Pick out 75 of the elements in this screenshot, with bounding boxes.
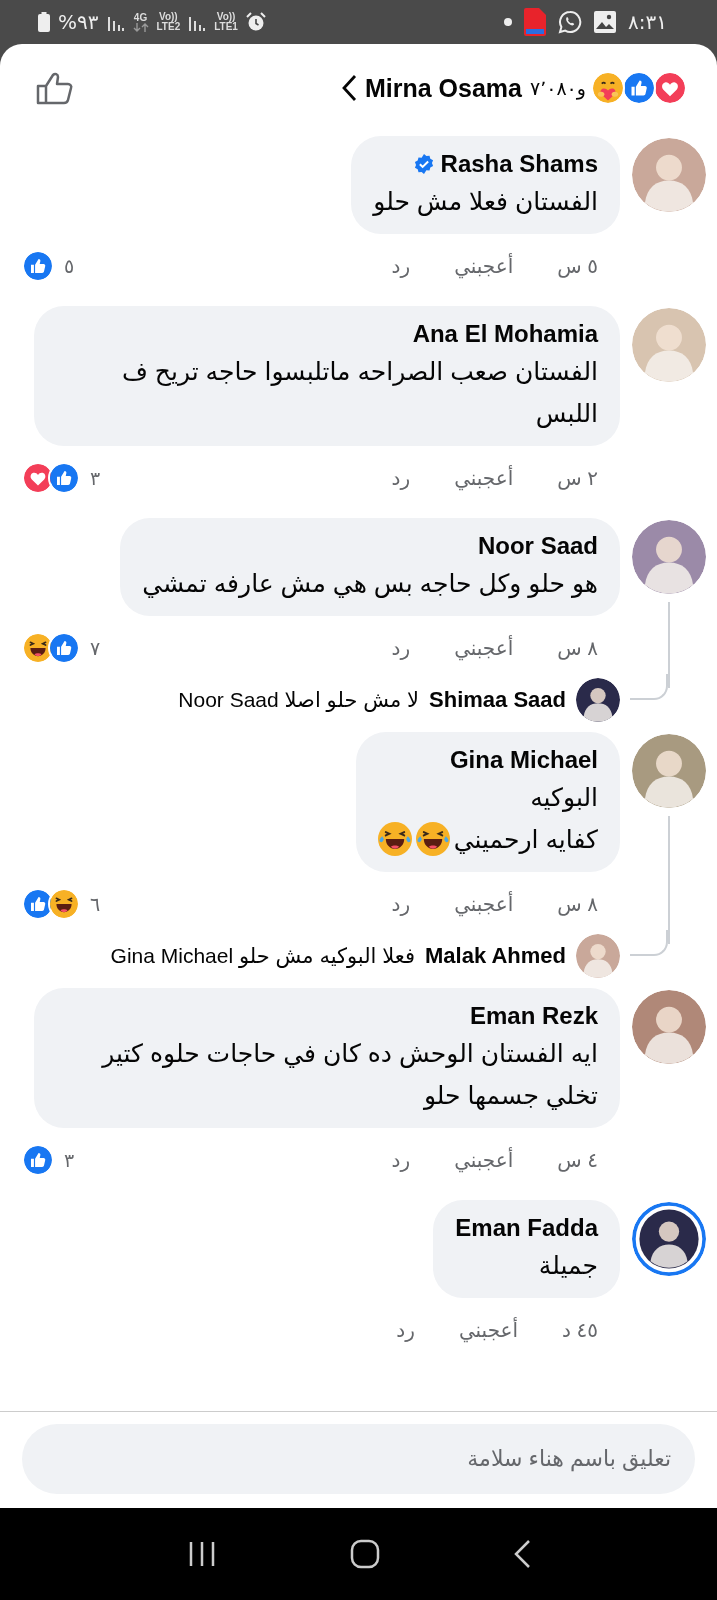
reaction-count[interactable]: ٧ — [90, 636, 101, 660]
comment-text: الفستان فعلا مش حلو — [373, 186, 598, 218]
battery-percent: %٩٣ — [58, 10, 99, 34]
reply-author[interactable]: Malak Ahmed — [425, 943, 566, 969]
commenter-name[interactable]: Rasha Shams — [440, 148, 598, 180]
like-link[interactable]: أعجبني — [454, 636, 514, 660]
clock: ٨:٣١ — [628, 10, 667, 34]
reaction-count[interactable]: ٣ — [64, 1148, 75, 1172]
like-reaction-icon — [22, 1144, 54, 1176]
avatar[interactable] — [631, 1202, 706, 1276]
like-link[interactable]: أعجبني — [454, 892, 514, 916]
timestamp: ٤ س — [557, 1148, 598, 1172]
dot-icon — [504, 18, 513, 26]
reaction-count[interactable]: ٣ — [90, 466, 101, 490]
reply-link[interactable]: رد — [391, 892, 411, 916]
like-reaction-icon — [48, 462, 80, 494]
commenter-name[interactable]: Eman Rezk — [469, 1000, 598, 1032]
document-icon — [524, 8, 547, 36]
back-icon[interactable] — [512, 1539, 531, 1569]
thumbs-up-icon[interactable] — [36, 71, 74, 105]
reply-link[interactable]: رد — [391, 1148, 411, 1172]
like-reaction-icon — [22, 250, 54, 282]
like-link[interactable]: أعجبني — [458, 1318, 519, 1342]
timestamp: ٥ س — [557, 254, 598, 278]
commenter-name[interactable]: Gina Michael — [449, 744, 598, 776]
image-icon — [594, 11, 617, 33]
comment-text: البوكيه — [530, 782, 598, 814]
comment-text: الفستان صعب الصراحه ماتلبسوا حاجه تريح ف اللبس — [120, 356, 598, 430]
timestamp: ٨ س — [557, 892, 598, 916]
lte-label: LTE2 — [156, 22, 181, 32]
commenter-name[interactable]: Noor Saad — [477, 530, 598, 562]
lte-label: LTE1 — [214, 22, 238, 32]
laughing-face-icon — [377, 822, 412, 856]
like-link[interactable]: أعجبني — [454, 1148, 514, 1172]
laughing-face-icon — [415, 822, 450, 856]
reply-author[interactable]: Shimaa Saad — [429, 687, 566, 713]
comment-text: جميلة — [538, 1250, 598, 1281]
data-arrows-icon — [132, 22, 149, 32]
poster-name[interactable]: Mirna Osama — [364, 73, 522, 103]
timestamp: ٨ س — [557, 636, 598, 660]
comment-input[interactable]: تعليق باسم هناء سلامة — [22, 1424, 695, 1494]
like-link[interactable]: أعجبني — [454, 254, 514, 278]
timestamp: ٢ س — [557, 466, 598, 490]
thread-curve — [630, 930, 668, 956]
love-reaction-icon — [653, 71, 687, 105]
comment-text: هو حلو وكل حاجه بس هي مش عارفه تمشي — [142, 568, 598, 601]
reaction-count[interactable]: و٧٬٠٨٠ — [529, 76, 586, 100]
volte-label: Vo)) — [216, 12, 236, 22]
reply-text: لا مش حلو اصلا Noor Saad — [178, 688, 420, 712]
home-icon[interactable] — [349, 1539, 380, 1569]
reply-link[interactable]: رد — [391, 636, 411, 660]
reply-link[interactable]: رد — [391, 466, 411, 490]
commenter-name[interactable]: Eman Fadda — [455, 1212, 598, 1244]
network-type: 4G — [133, 12, 148, 23]
battery-icon — [38, 12, 50, 32]
laughing-face-icon — [48, 888, 80, 920]
like-link[interactable]: أعجبني — [454, 466, 514, 490]
alarm-icon — [245, 12, 266, 32]
commenter-name[interactable]: Ana El Mohamia — [412, 318, 598, 350]
reaction-count[interactable]: ٥ — [64, 254, 75, 278]
hugging-face-icon — [591, 71, 625, 105]
volte-label: Vo)) — [159, 12, 178, 22]
thread-curve — [630, 674, 668, 700]
timestamp: ٤٥ د — [562, 1318, 598, 1342]
reply-link[interactable]: رد — [391, 254, 411, 278]
like-reaction-icon — [622, 71, 656, 105]
chat-bubble-icon — [558, 10, 583, 34]
reply-text: فعلا البوكيه مش حلو Gina Michael — [110, 944, 415, 968]
comment-text: ايه الفستان الوحش ده كان في حاجات حلوه كتير تخلي جسمها حلو — [100, 1038, 598, 1112]
avatar[interactable] — [576, 678, 620, 722]
chevron-left-icon[interactable] — [340, 74, 357, 102]
like-reaction-icon — [48, 632, 80, 664]
reply-link[interactable]: رد — [396, 1318, 415, 1342]
reaction-count[interactable]: ٦ — [90, 892, 101, 916]
comment-text: كفايه ارحميني — [453, 824, 598, 856]
